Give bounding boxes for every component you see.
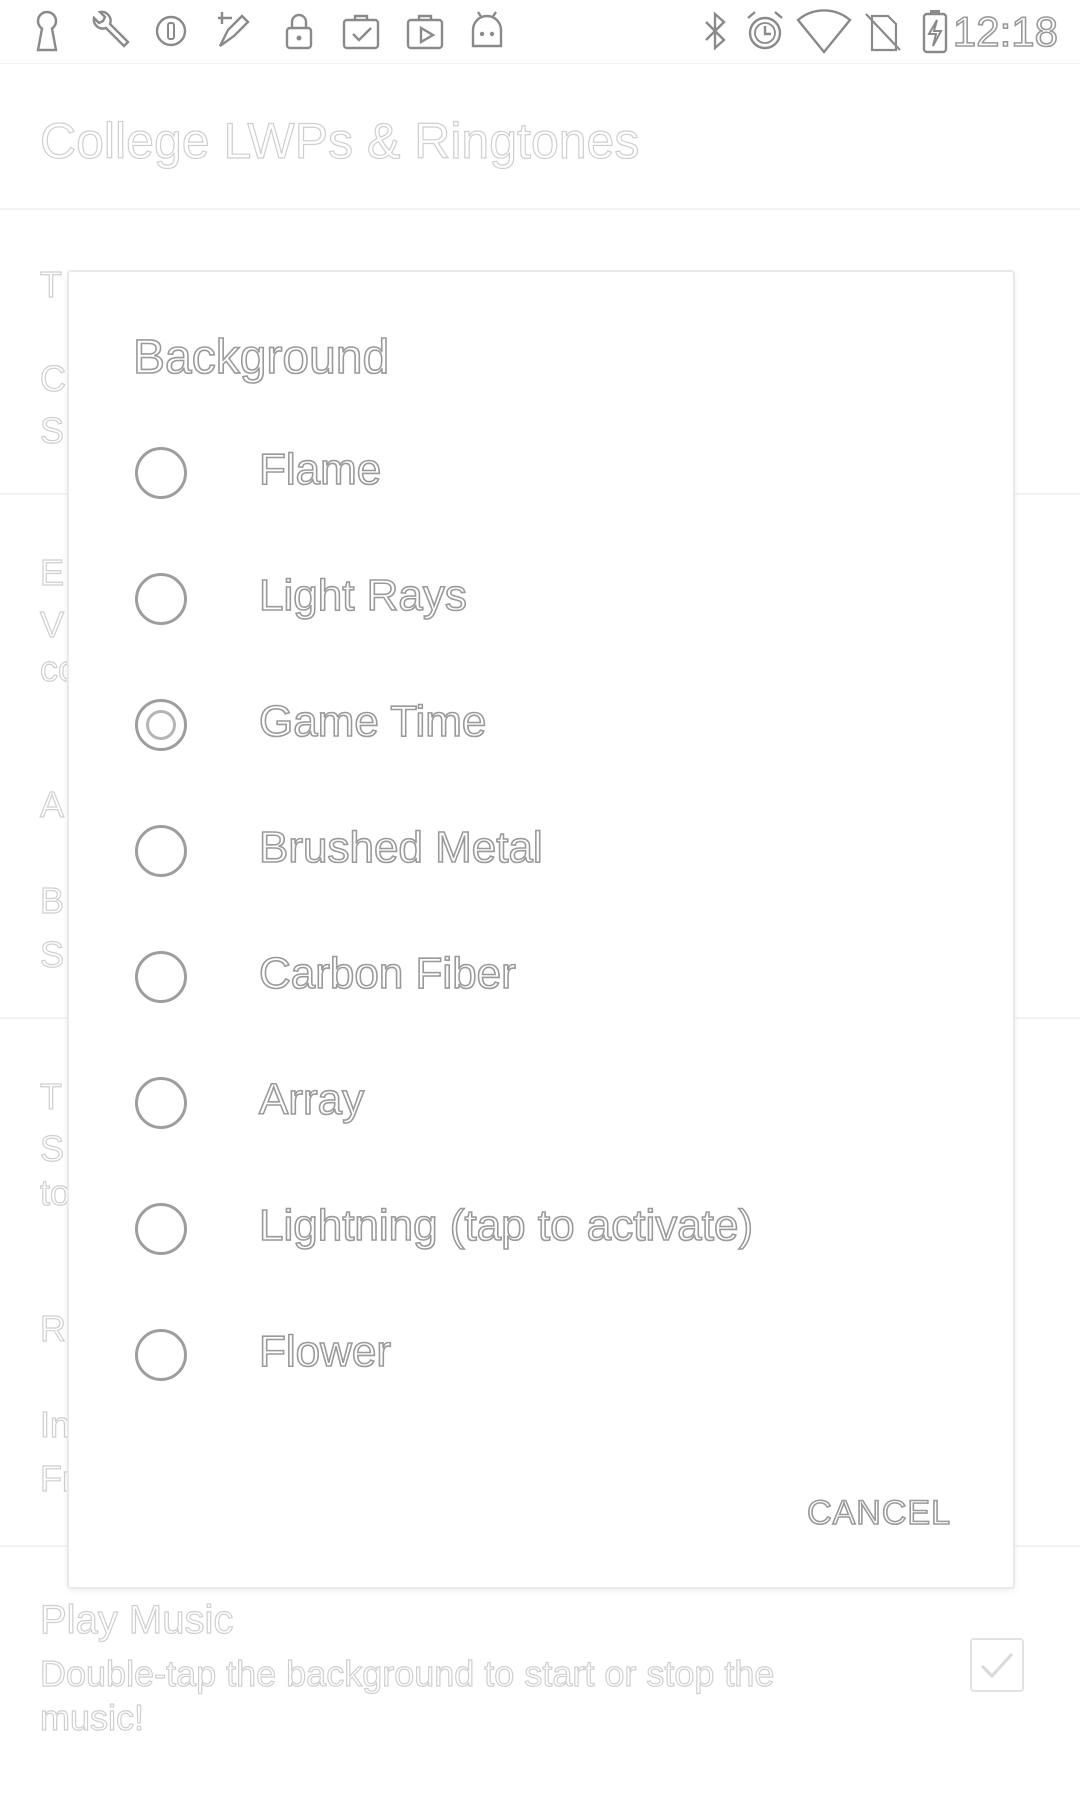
option-label: Light Rays [258, 570, 467, 621]
checkmark-icon [980, 1652, 1014, 1679]
radio-button[interactable] [135, 573, 187, 625]
option-label: Flame [258, 444, 382, 495]
cancel-button[interactable]: CANCEL [806, 1493, 951, 1533]
bluetooth-icon [690, 6, 740, 56]
radio-button[interactable] [135, 1329, 187, 1381]
keyhole-icon [22, 6, 72, 56]
app-bar: College LWPs & Ringtones [0, 64, 1080, 210]
background-dialog: Background Flame Light Rays Game Time Br… [67, 270, 1015, 1589]
setting-title-partial: A [39, 783, 65, 825]
setting-summary-partial: V [39, 603, 65, 645]
clipboard-check-icon [336, 6, 386, 56]
setting-title-partial: In [39, 1403, 71, 1445]
option-brushed-metal[interactable]: Brushed Metal [69, 793, 1013, 913]
option-flower[interactable]: Flower [69, 1297, 1013, 1417]
setting-title-partial: B [39, 879, 65, 921]
clock: 12:18 [952, 7, 1059, 56]
option-game-time[interactable]: Game Time [69, 667, 1013, 787]
briefcase-play-icon [400, 6, 450, 56]
option-flame[interactable]: Flame [69, 415, 1013, 535]
dialog-title: Background [132, 330, 390, 385]
setting-summary-partial: to [39, 1171, 71, 1213]
wrench-icon [84, 6, 134, 56]
android-icon [462, 6, 512, 56]
radio-button[interactable] [135, 1077, 187, 1129]
radio-button[interactable] [135, 1203, 187, 1255]
radio-button[interactable] [135, 951, 187, 1003]
fwd-rocket-icon [208, 6, 258, 56]
setting-summary-partial: S [39, 409, 65, 451]
setting-summary-partial: S [39, 1127, 65, 1169]
setting-title-partial: E [39, 551, 65, 593]
setting-title-partial: T [39, 1075, 62, 1117]
radio-button[interactable] [135, 447, 187, 499]
setting-title-partial: R [39, 1307, 66, 1349]
setting-title-partial: C [39, 357, 66, 399]
setting-summary-partial: S [39, 933, 65, 975]
play-music-summary: Double-tap the background to start or st… [39, 1652, 775, 1738]
app-title: College LWPs & Ringtones [39, 112, 640, 169]
option-lightning[interactable]: Lightning (tap to activate) [69, 1171, 1013, 1291]
play-music-checkbox[interactable] [970, 1638, 1024, 1692]
option-carbon-fiber[interactable]: Carbon Fiber [69, 919, 1013, 1039]
no-sim-icon [858, 6, 908, 56]
option-label: Lightning (tap to activate) [258, 1200, 754, 1251]
radio-button-selected[interactable] [135, 699, 187, 751]
setting-title-partial: T [39, 263, 62, 305]
option-array[interactable]: Array [69, 1045, 1013, 1165]
option-label: Carbon Fiber [258, 948, 516, 999]
option-label: Array [258, 1074, 365, 1125]
radio-dot [146, 710, 176, 740]
radio-button[interactable] [135, 825, 187, 877]
option-light-rays[interactable]: Light Rays [69, 541, 1013, 661]
alarm-icon [740, 6, 790, 56]
option-label: Game Time [258, 696, 487, 747]
status-bar: 12:18 [0, 0, 1080, 64]
option-label: Brushed Metal [258, 822, 543, 873]
play-music-title: Play Music [39, 1597, 234, 1642]
wifi-icon [796, 6, 852, 56]
circle-info-icon [146, 6, 196, 56]
lock-icon [274, 6, 324, 56]
option-label: Flower [258, 1326, 392, 1377]
